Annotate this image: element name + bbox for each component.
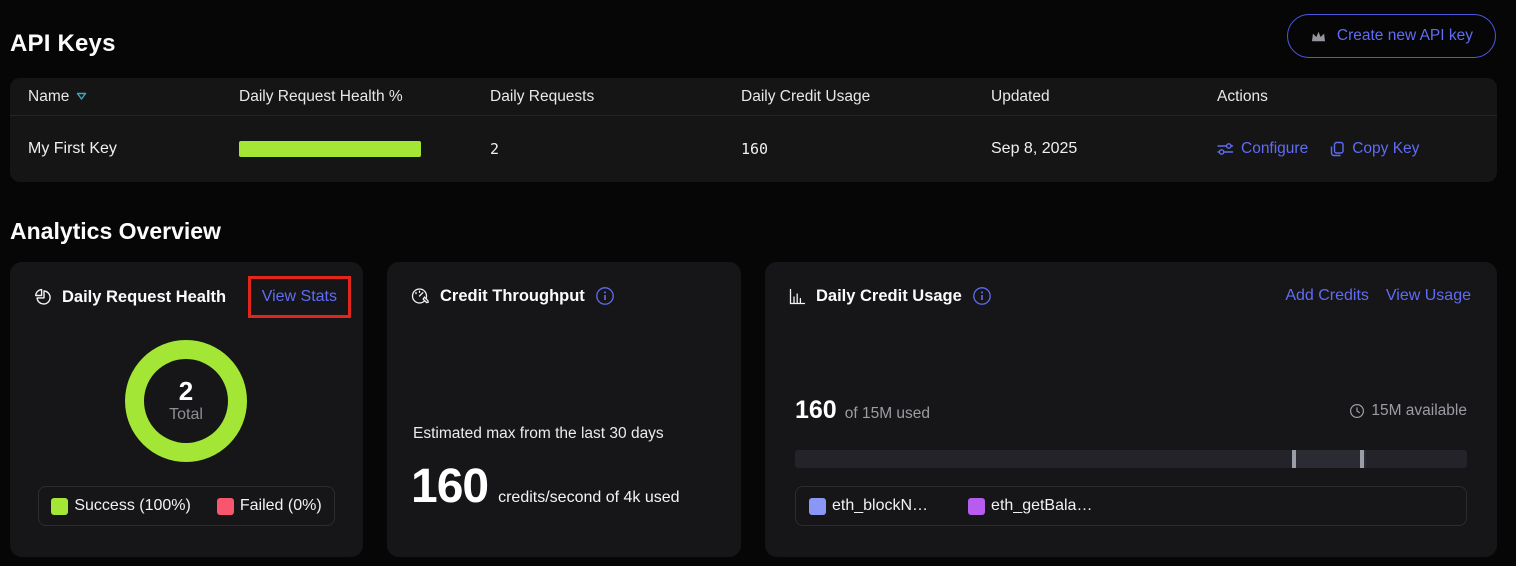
credit-usage-bar [795, 450, 1467, 468]
bar-chart-icon [789, 288, 806, 305]
table-row: My First Key 2 160 Sep 8, 2025 [10, 116, 1497, 182]
column-header-requests: Daily Requests [490, 88, 741, 106]
health-legend: Success (100%) Failed (0%) [38, 486, 335, 526]
sort-chevron-icon [76, 92, 87, 101]
credit-throughput-card: Credit Throughput Estimated max from the… [387, 262, 741, 557]
usage-bar-segment [1294, 450, 1366, 468]
actions-cell: Configure Copy Key [1217, 140, 1479, 158]
column-header-name[interactable]: Name [28, 88, 239, 106]
daily-credit-usage-card: Daily Credit Usage Add Credits View Usag… [765, 262, 1497, 557]
key-name-cell: My First Key [28, 140, 239, 158]
daily-credit-usage-cell: 160 [741, 140, 991, 158]
health-bar-cell [239, 141, 490, 157]
legend-item-failed: Failed (0%) [217, 497, 322, 515]
configure-link[interactable]: Configure [1217, 140, 1308, 158]
request-health-donut: 2 Total [125, 340, 247, 462]
donut-total-value: 2 [179, 378, 193, 404]
credits-used-value: 160 [795, 396, 837, 425]
column-header-health: Daily Request Health % [239, 88, 490, 106]
card-title: Credit Throughput [440, 287, 585, 306]
failed-swatch [217, 498, 234, 515]
sliders-icon [1217, 142, 1234, 156]
throughput-value-row: 160 credits/second of 4k used [411, 461, 680, 514]
page-title: API Keys [10, 30, 116, 58]
annotation-highlight-box: View Stats [248, 276, 351, 318]
donut-total-label: Total [169, 406, 203, 424]
column-header-actions: Actions [1217, 88, 1479, 106]
usage-bar-marker [1292, 450, 1296, 468]
method-swatch [968, 498, 985, 515]
credits-used-text: of 15M used [845, 405, 930, 423]
analytics-overview-title: Analytics Overview [10, 218, 221, 245]
method-swatch [809, 498, 826, 515]
success-swatch [51, 498, 68, 515]
gauge-icon [411, 287, 430, 305]
column-header-updated: Updated [991, 88, 1217, 106]
daily-requests-cell: 2 [490, 140, 741, 158]
health-bar-track [239, 141, 421, 157]
add-credits-link[interactable]: Add Credits [1285, 287, 1369, 305]
view-stats-link[interactable]: View Stats [262, 288, 337, 305]
pie-chart-icon [34, 288, 52, 306]
copy-key-link[interactable]: Copy Key [1330, 140, 1419, 158]
clock-icon [1349, 403, 1365, 419]
info-icon[interactable] [972, 286, 992, 306]
daily-request-health-card: Daily Request Health View Stats 2 Total … [10, 262, 363, 557]
throughput-unit: credits/second of 4k used [498, 489, 679, 507]
credit-usage-legend: eth_blockN… eth_getBala… [795, 486, 1467, 526]
info-icon[interactable] [595, 286, 615, 306]
legend-item-success: Success (100%) [51, 497, 191, 515]
throughput-note: Estimated max from the last 30 days [413, 425, 664, 443]
legend-item-eth-getbalance: eth_getBala… [968, 497, 1092, 515]
table-header-row: Name Daily Request Health % Daily Reques… [10, 78, 1497, 116]
card-title: Daily Request Health [62, 288, 226, 307]
legend-item-eth-blocknumber: eth_blockN… [809, 497, 928, 515]
create-api-key-label: Create new API key [1337, 27, 1473, 45]
create-api-key-button[interactable]: Create new API key [1287, 14, 1496, 58]
copy-icon [1330, 141, 1345, 157]
updated-cell: Sep 8, 2025 [991, 140, 1217, 158]
throughput-value: 160 [411, 461, 488, 514]
column-header-credit-usage: Daily Credit Usage [741, 88, 991, 106]
credits-available-text: 15M available [1371, 402, 1467, 420]
api-keys-table: Name Daily Request Health % Daily Reques… [10, 78, 1497, 182]
usage-bar-marker [1360, 450, 1364, 468]
view-usage-link[interactable]: View Usage [1386, 287, 1471, 305]
crown-icon [1310, 29, 1327, 44]
usage-summary-row: 160 of 15M used 15M available [795, 396, 1467, 425]
health-bar-fill [239, 141, 421, 157]
dashboard-page: API Keys Create new API key Name Daily R… [0, 0, 1516, 566]
card-title: Daily Credit Usage [816, 287, 962, 306]
